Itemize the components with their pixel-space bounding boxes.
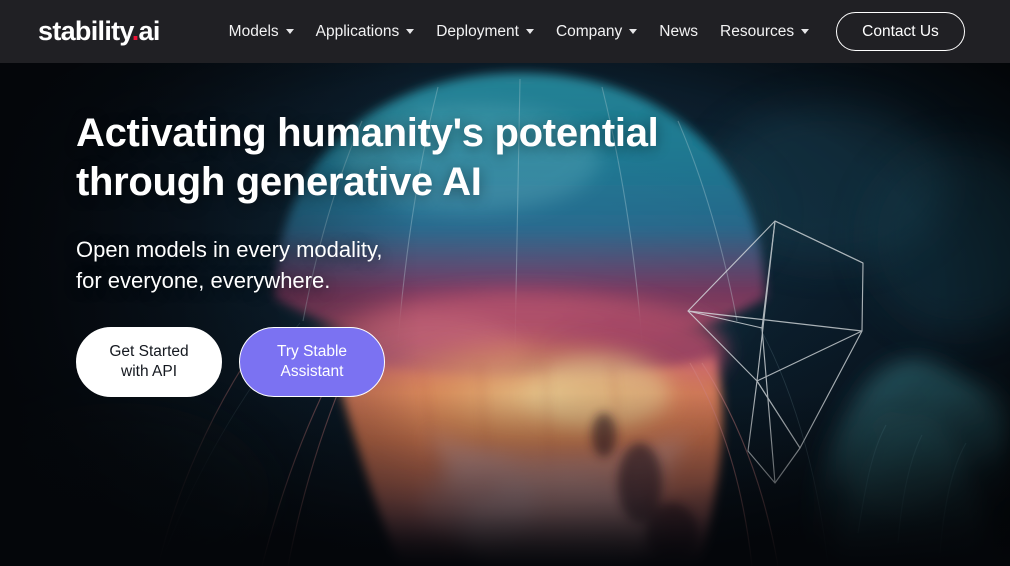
nav-item-news[interactable]: News — [648, 18, 709, 46]
nav-item-resources[interactable]: Resources — [709, 18, 820, 46]
brand-logo[interactable]: stability.ai — [38, 18, 160, 45]
brand-dot: . — [131, 16, 139, 46]
hero-headline: Activating humanity's potential through … — [76, 111, 659, 204]
contact-us-button[interactable]: Contact Us — [836, 11, 965, 52]
site-header: stability.ai Models Applications Deploym… — [0, 0, 1010, 63]
brand-name-suffix: ai — [138, 16, 161, 46]
nav-label: Deployment — [436, 22, 519, 40]
hero-subheadline: Open models in every modality, for every… — [76, 236, 383, 293]
nav-label: Company — [555, 22, 623, 40]
landing-page: stability.ai Models Applications Deploym… — [0, 0, 1010, 566]
main-navigation: Models Applications Deployment Company N… — [218, 11, 965, 52]
nav-item-applications[interactable]: Applications — [305, 18, 426, 46]
chevron-down-icon — [801, 29, 810, 34]
try-stable-assistant-button[interactable]: Try Stable Assistant — [239, 327, 385, 398]
nav-item-models[interactable]: Models — [218, 18, 305, 46]
nav-item-company[interactable]: Company — [545, 18, 648, 46]
nav-label: Models — [228, 22, 279, 40]
nav-item-deployment[interactable]: Deployment — [425, 18, 545, 46]
chevron-down-icon — [525, 29, 534, 34]
nav-label: Applications — [315, 22, 400, 40]
get-started-with-api-button[interactable]: Get Started with API — [76, 327, 222, 398]
hero-content: Activating humanity's potential through … — [76, 109, 716, 398]
brand-name-primary: stability — [38, 16, 132, 46]
nav-label: Resources — [720, 22, 795, 40]
chevron-down-icon — [285, 29, 294, 34]
hero-cta-row: Get Started with API Try Stable Assistan… — [76, 327, 716, 398]
chevron-down-icon — [629, 29, 638, 34]
nav-label: News — [659, 22, 699, 40]
chevron-down-icon — [406, 29, 415, 34]
hero-section: Activating humanity's potential through … — [0, 63, 1010, 566]
